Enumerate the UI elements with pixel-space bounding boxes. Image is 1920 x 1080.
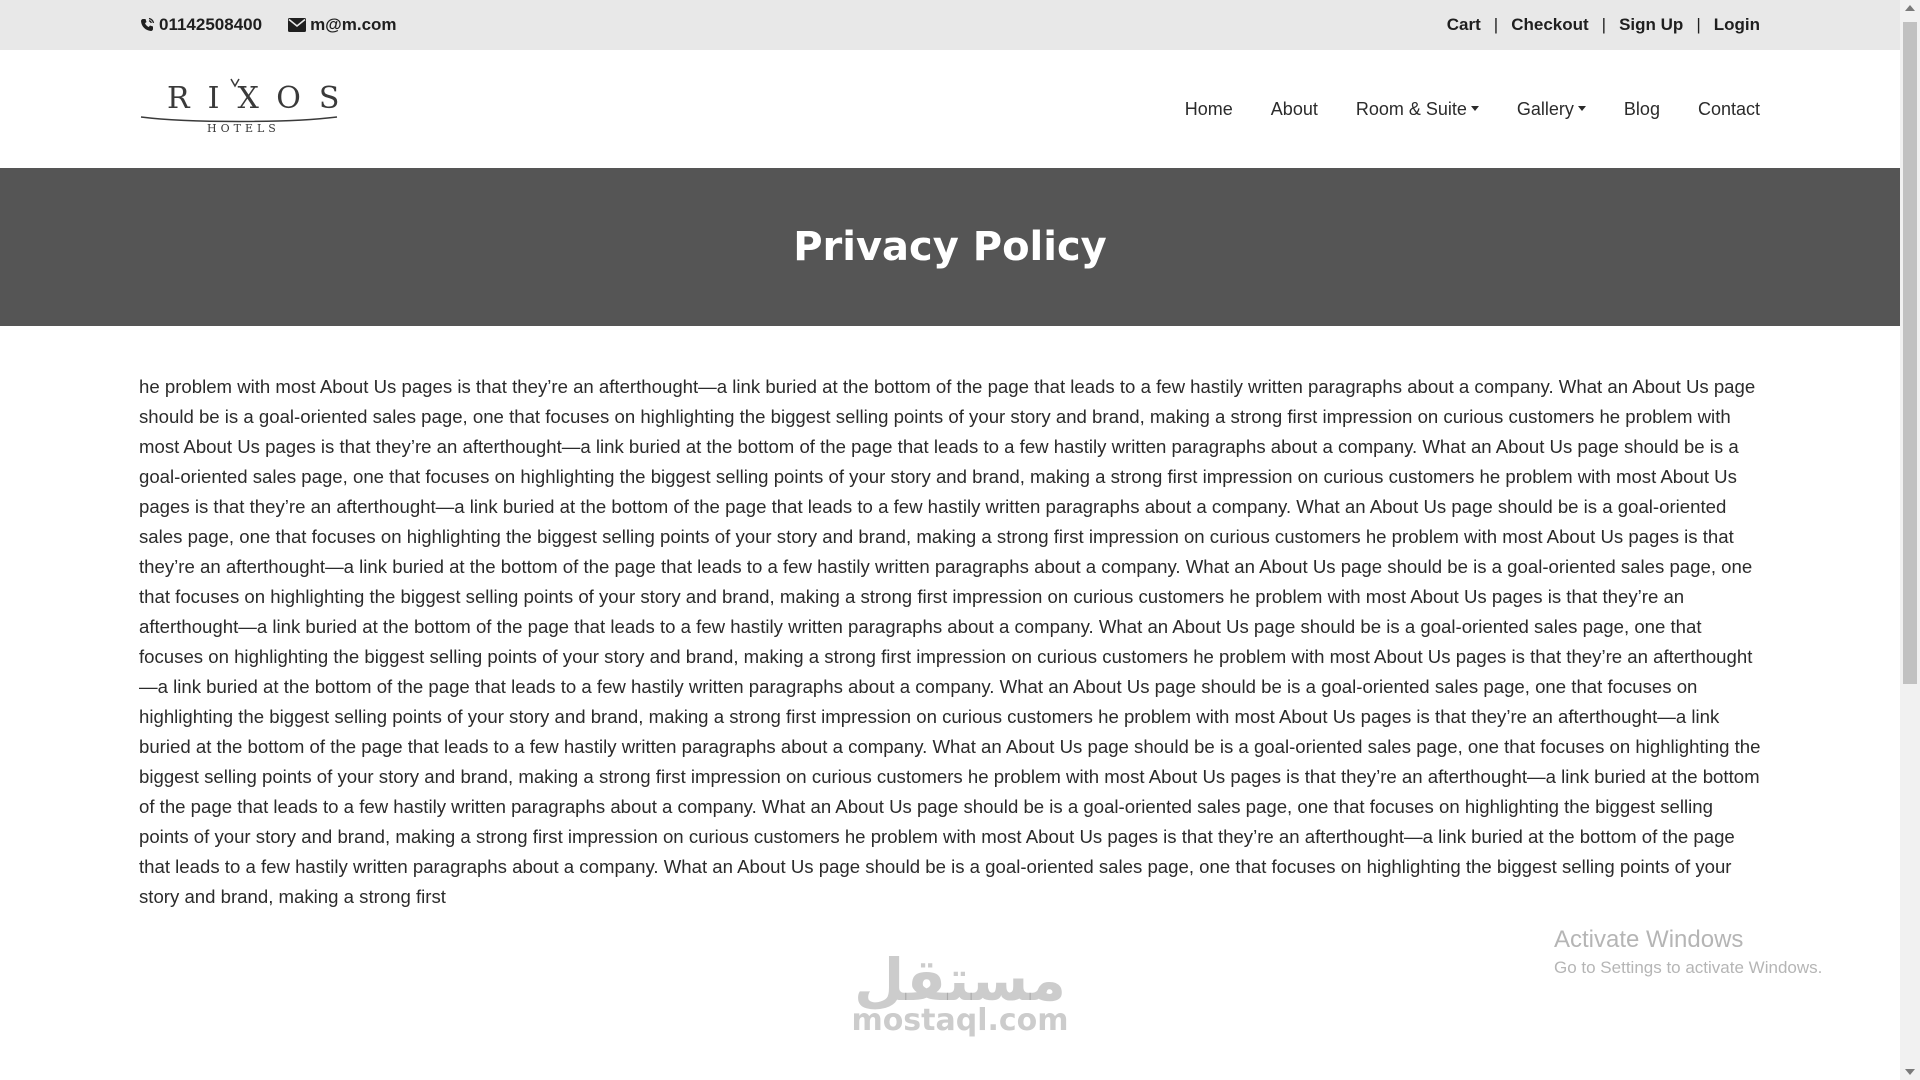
nav-item-label: Contact bbox=[1697, 98, 1760, 119]
page-title: Privacy Policy bbox=[793, 224, 1107, 270]
top-bar: 01142508400 m@m.com Cart | Checkout | Si… bbox=[0, 0, 1900, 50]
vertical-scrollbar[interactable] bbox=[1900, 0, 1920, 1080]
site-watermark-latin: mostaql.com bbox=[851, 1003, 1069, 1038]
nav-item-label: Blog bbox=[1623, 98, 1660, 119]
nav-item-gallery[interactable]: Gallery bbox=[1517, 99, 1586, 120]
activate-windows-subtitle: Go to Settings to activate Windows. bbox=[1554, 958, 1823, 977]
logo-subtitle: HOTELS bbox=[207, 122, 280, 135]
page-banner: Privacy Policy bbox=[0, 168, 1900, 326]
phone-icon bbox=[141, 17, 155, 31]
email-contact[interactable]: m@m.com bbox=[288, 15, 397, 35]
policy-paragraph: he problem with most About Us pages is t… bbox=[139, 376, 1761, 907]
page: 01142508400 m@m.com Cart | Checkout | Si… bbox=[0, 0, 1900, 1080]
nav-item-home[interactable]: Home bbox=[1185, 99, 1233, 120]
nav-item-label: About bbox=[1270, 98, 1318, 119]
phone-contact[interactable]: 01142508400 bbox=[139, 15, 262, 35]
link-separator: | bbox=[1696, 15, 1701, 34]
scroll-down-arrow-icon[interactable] bbox=[1905, 1069, 1915, 1075]
policy-content: he problem with most About Us pages is t… bbox=[139, 372, 1764, 912]
site-watermark: مستقل mostaql.com bbox=[840, 950, 1080, 1036]
sign-up-link[interactable]: Sign Up bbox=[1619, 15, 1683, 35]
nav-item-label: Room & Suite bbox=[1355, 98, 1467, 119]
activate-windows-watermark: Activate Windows Go to Settings to activ… bbox=[1554, 926, 1822, 978]
contact-info: 01142508400 m@m.com bbox=[139, 0, 423, 50]
email-address: m@m.com bbox=[310, 15, 397, 34]
logo[interactable]: RIXOS HOTELS bbox=[139, 77, 339, 139]
nav-item-label: Gallery bbox=[1516, 98, 1574, 119]
main-nav: Home About Room & Suite Gallery Blog Con… bbox=[1147, 50, 1760, 168]
activate-windows-title: Activate Windows bbox=[1554, 926, 1744, 953]
cart-link[interactable]: Cart bbox=[1447, 15, 1481, 35]
caret-down-icon bbox=[1470, 105, 1479, 111]
phone-number: 01142508400 bbox=[159, 15, 263, 34]
nav-item-label: Home bbox=[1184, 98, 1233, 119]
login-link[interactable]: Login bbox=[1714, 15, 1760, 35]
site-watermark-arabic: مستقل bbox=[853, 946, 1067, 1014]
checkout-link[interactable]: Checkout bbox=[1511, 15, 1588, 35]
scroll-thumb[interactable] bbox=[1903, 22, 1917, 684]
nav-item-blog[interactable]: Blog bbox=[1624, 99, 1660, 120]
envelope-icon bbox=[288, 18, 307, 32]
scroll-up-arrow-icon[interactable] bbox=[1905, 5, 1915, 11]
account-links: Cart | Checkout | Sign Up | Login bbox=[1447, 0, 1760, 50]
nav-item-about[interactable]: About bbox=[1271, 99, 1318, 120]
nav-item-contact[interactable]: Contact bbox=[1698, 99, 1760, 120]
logo-wordmark: RIXOS bbox=[167, 81, 358, 116]
link-separator: | bbox=[1601, 15, 1607, 34]
caret-down-icon bbox=[1577, 105, 1586, 111]
site-header: RIXOS HOTELS Home About Room & Suite Gal… bbox=[0, 50, 1900, 168]
link-separator: | bbox=[1493, 15, 1499, 34]
nav-item-room-suite[interactable]: Room & Suite bbox=[1356, 99, 1479, 120]
